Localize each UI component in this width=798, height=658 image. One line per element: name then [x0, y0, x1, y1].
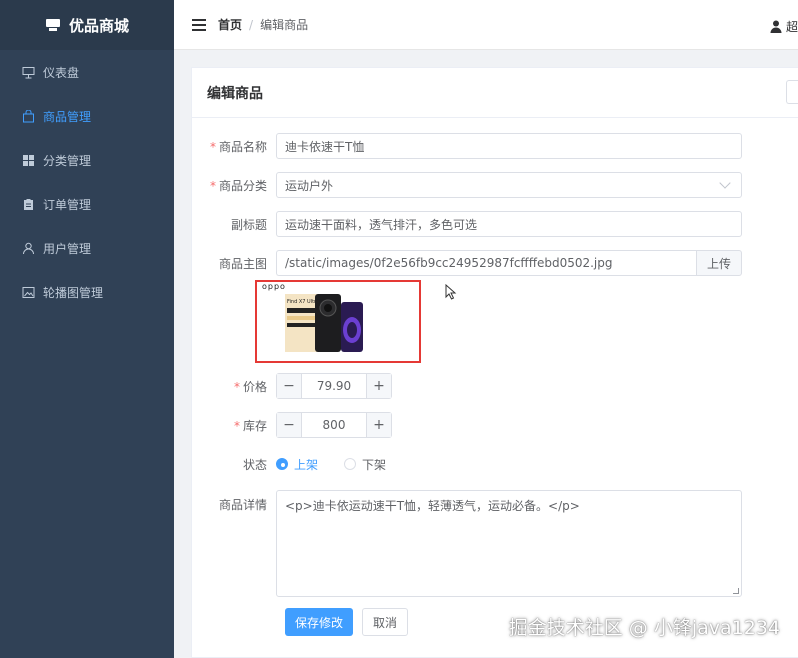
sidebar-item-label: 仪表盘: [43, 65, 80, 80]
status-radio-off-sale[interactable]: 下架: [344, 456, 386, 473]
cancel-button[interactable]: 取消: [362, 608, 408, 636]
detail-label: 商品详情: [218, 498, 267, 512]
category-select[interactable]: 运动户外: [276, 172, 742, 198]
bag-icon: [22, 109, 35, 123]
clipboard-icon: [22, 198, 35, 211]
sidebar-item-carousel[interactable]: 轮播图管理: [0, 270, 174, 314]
detail-text: <p>迪卡依运动速干T恤，轻薄透气，运动必备。</p>: [285, 499, 580, 513]
price-decrease-button[interactable]: −: [277, 374, 302, 398]
upload-button[interactable]: 上传: [696, 250, 742, 276]
radio-dot: [344, 458, 357, 470]
form-row-detail: 商品详情 <p>迪卡依运动速干T恤，轻薄透气，运动必备。</p>: [192, 490, 742, 597]
image-icon: [22, 286, 35, 299]
image-preview: oppo Find X7 Ultra: [255, 280, 421, 363]
sidebar-item-label: 分类管理: [43, 153, 92, 168]
watermark: 掘金技术社区 @ 小锋java1234: [508, 617, 780, 639]
price-stepper: − 79.90 +: [276, 373, 392, 399]
stock-decrease-button[interactable]: −: [277, 413, 302, 437]
price-increase-button[interactable]: +: [366, 374, 391, 398]
form-actions: 保存修改 取消: [285, 608, 408, 636]
sidebar-item-orders[interactable]: 订单管理: [0, 182, 174, 226]
price-input[interactable]: 79.90: [302, 374, 366, 398]
sidebar: 优品商城 仪表盘 商品管理 分类管理 订单管理 用户管理 轮播图管理: [0, 0, 174, 658]
category-selected-value: 运动户外: [285, 178, 334, 193]
top-header: 首页 / 编辑商品 超: [174, 0, 798, 50]
breadcrumb-home[interactable]: 首页: [218, 16, 242, 33]
form-row-name: * 商品名称 迪卡依速干T恤: [192, 133, 742, 159]
form-row-image: 商品主图 /static/images/0f2e56fb9cc24952987f…: [192, 250, 742, 276]
subtitle-label: 副标题: [230, 217, 267, 232]
brand[interactable]: 优品商城: [0, 0, 174, 50]
sidebar-item-label: 订单管理: [43, 197, 92, 212]
breadcrumb: 首页 / 编辑商品: [218, 16, 308, 33]
image-path-input[interactable]: /static/images/0f2e56fb9cc24952987fcffff…: [276, 250, 696, 276]
sidebar-item-categories[interactable]: 分类管理: [0, 138, 174, 182]
mouse-cursor-icon: [445, 284, 457, 300]
shop-logo-icon: [45, 19, 60, 31]
radio-dot: [276, 458, 288, 470]
breadcrumb-separator: /: [249, 17, 254, 32]
breadcrumb-current: 编辑商品: [260, 18, 309, 32]
sidebar-item-label: 轮播图管理: [43, 285, 104, 300]
stock-label: * 库存: [233, 418, 267, 433]
chevron-down-icon: [719, 177, 731, 189]
category-label: * 商品分类: [209, 178, 267, 193]
back-button[interactable]: [786, 80, 798, 104]
stock-input[interactable]: 800: [302, 413, 366, 437]
product-phone-image: [285, 294, 363, 352]
brand-title: 优品商城: [68, 16, 129, 35]
sidebar-item-users[interactable]: 用户管理: [0, 226, 174, 270]
sidebar-item-products[interactable]: 商品管理: [0, 94, 174, 138]
sidebar-item-label: 用户管理: [43, 241, 92, 256]
stock-stepper: − 800 +: [276, 412, 392, 438]
status-label: 状态: [242, 457, 267, 472]
form-row-subtitle: 副标题 运动速干面料，透气排汗，多色可选: [192, 211, 742, 237]
detail-textarea[interactable]: <p>迪卡依运动速干T恤，轻薄透气，运动必备。</p>: [276, 490, 742, 597]
user-name: 超: [785, 20, 798, 34]
subtitle-input[interactable]: 运动速干面料，透气排汗，多色可选: [276, 211, 742, 237]
edit-product-card: 编辑商品 * 商品名称 迪卡依速干T恤 * 商品分类 运动户外 副标题 运动速干面料…: [191, 67, 798, 658]
name-label: * 商品名称: [209, 139, 267, 154]
dashboard-icon: [22, 66, 35, 79]
save-button[interactable]: 保存修改: [285, 608, 353, 636]
resize-handle-icon[interactable]: [733, 588, 739, 594]
radio-label: 上架: [294, 457, 319, 472]
hamburger-icon[interactable]: [192, 18, 206, 31]
form-row-stock: * 库存 − 800 +: [192, 412, 392, 438]
card-header: 编辑商品: [192, 68, 798, 118]
user-icon: [22, 242, 35, 255]
price-label: * 价格: [233, 379, 267, 394]
stock-increase-button[interactable]: +: [366, 413, 391, 437]
grid-icon: [22, 154, 35, 167]
sidebar-item-label: 商品管理: [43, 109, 92, 124]
image-upload: /static/images/0f2e56fb9cc24952987fcffff…: [276, 250, 742, 276]
image-label: 商品主图: [218, 256, 267, 271]
page-title: 编辑商品: [207, 85, 263, 102]
user-avatar-icon: [770, 20, 782, 33]
preview-model-text: Find X7 Ultra: [287, 299, 320, 305]
sidebar-item-dashboard[interactable]: 仪表盘: [0, 50, 174, 94]
form-row-price: * 价格 − 79.90 +: [192, 373, 392, 399]
status-radio-on-sale[interactable]: 上架: [276, 456, 318, 473]
product-name-input[interactable]: 迪卡依速干T恤: [276, 133, 742, 159]
form-row-category: * 商品分类 运动户外: [192, 172, 742, 198]
form-row-status: 状态 上架 下架: [192, 454, 412, 474]
user-menu[interactable]: 超: [770, 18, 798, 35]
radio-label: 下架: [362, 457, 387, 472]
